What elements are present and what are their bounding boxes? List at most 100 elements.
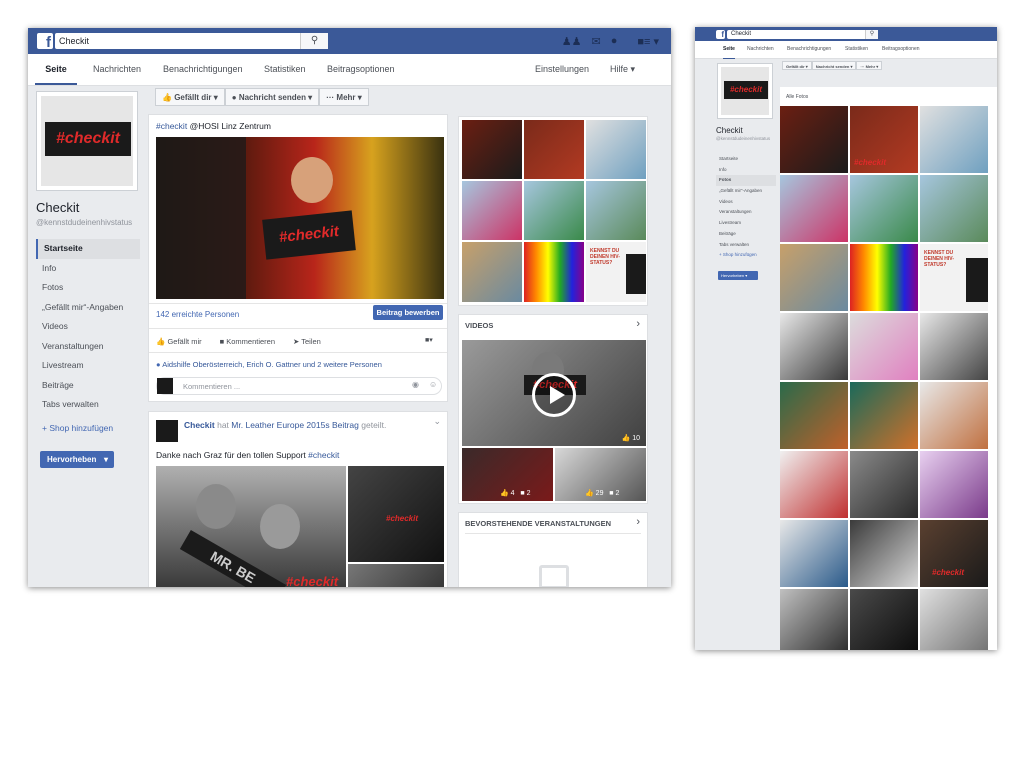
photo-thumbnail[interactable] [462,242,522,302]
photo-thumbnail[interactable] [524,120,584,179]
tab-benachrichtigungen[interactable]: Benachrichtigungen [787,41,831,58]
photo-thumbnail[interactable]: KENNST DU DEINEN HIV-STATUS? [920,244,988,311]
photo-thumbnail[interactable] [850,382,918,449]
post-photo[interactable]: MR. BE #checkit [156,466,346,587]
facebook-logo-icon[interactable]: f [37,33,53,51]
photo-thumbnail[interactable] [462,120,522,179]
post-photo[interactable] [348,564,444,587]
likers-text[interactable]: ● Aidshilfe Oberösterreich, Erich O. Gat… [156,360,382,369]
hashtag-link[interactable]: #checkit [156,121,187,131]
tab-statistiken[interactable]: Statistiken [845,41,868,58]
friends-icon[interactable]: ♟♟ [562,35,582,48]
photo-thumbnail[interactable]: KENNST DU DEINEN HIV-STATUS? [586,242,646,302]
photo-thumbnail[interactable] [780,451,848,518]
promote-button[interactable]: Hervorheben ▾ [40,451,114,468]
sidebar-item-info[interactable]: Info [716,165,776,176]
photo-thumbnail[interactable] [920,382,988,449]
tab-nachrichten[interactable]: Nachrichten [93,54,141,85]
photo-thumbnail[interactable] [586,120,646,179]
search-icon[interactable]: ⚲ [865,30,878,39]
tab-benachrichtigungen[interactable]: Benachrichtigungen [163,54,243,85]
tab-einstellungen[interactable]: Einstellungen [535,54,589,85]
tab-beitragsoptionen[interactable]: Beitragsoptionen [882,41,920,58]
sidebar-item-tabs-verwalten[interactable]: Tabs verwalten [36,395,140,415]
reach-count[interactable]: 142 erreichte Personen [156,310,239,319]
like-page-button[interactable]: Gefällt dir ▾ [782,61,812,70]
video-thumbnail[interactable]: #checkit 👍 10 [462,340,646,446]
tab-statistiken[interactable]: Statistiken [264,54,306,85]
tab-hilfe[interactable]: Hilfe ▾ [610,54,635,85]
tab-seite[interactable]: Seite [35,54,77,85]
photo-thumbnail[interactable] [586,181,646,240]
photo-thumbnail[interactable] [920,451,988,518]
photo-thumbnail[interactable] [850,244,918,311]
author-link[interactable]: Checkit [184,420,215,430]
photo-thumbnail[interactable] [920,175,988,242]
messages-icon[interactable]: ✉ [591,35,600,48]
comment-button[interactable]: ■ Kommentieren [220,337,275,346]
photo-thumbnail[interactable] [850,589,918,650]
photo-thumbnail[interactable]: #checkit [850,106,918,173]
camera-icon[interactable]: ◉ [412,380,419,389]
promote-button[interactable]: Hervorheben ▾ [718,271,758,280]
sidebar-item-startseite[interactable]: Startseite [36,239,140,259]
share-button[interactable]: ➤ Teilen [293,337,321,346]
sidebar-item-videos[interactable]: Videos [36,317,140,337]
notifications-icon[interactable]: ● [611,35,618,47]
photo-thumbnail[interactable] [850,520,918,587]
more-button[interactable]: ··· Mehr ▾ [856,61,883,70]
photo-thumbnail[interactable] [850,313,918,380]
facebook-logo-icon[interactable]: f [716,30,725,39]
sidebar-item-livestream[interactable]: Livestream [36,356,140,376]
photo-thumbnail[interactable] [920,589,988,650]
photo-thumbnail[interactable] [780,520,848,587]
page-title[interactable]: Checkit [36,200,79,215]
emoji-icon[interactable]: ☺ [429,380,437,389]
chevron-down-icon[interactable]: ⌄ [433,416,441,427]
search-icon[interactable]: ⚲ [300,33,328,49]
profile-picture[interactable]: #checkit [36,91,138,191]
like-page-button[interactable]: 👍 Gefällt dir ▾ [155,88,225,106]
photo-thumbnail[interactable] [780,589,848,650]
sidebar-item-fotos[interactable]: Fotos [716,175,776,187]
shop-link[interactable]: + Shop hinzufügen [716,250,776,261]
sidebar-item-veranstaltungen[interactable]: Veranstaltungen [716,207,776,218]
sidebar-item-tabs-verwalten[interactable]: Tabs verwalten [716,240,776,251]
post-photo[interactable]: #checkit [156,137,444,299]
more-button[interactable]: ··· Mehr ▾ [319,88,369,106]
photo-thumbnail[interactable] [920,313,988,380]
sidebar-item-beitraege[interactable]: Beiträge [716,229,776,240]
page-title[interactable]: Checkit [716,126,743,135]
tab-seite[interactable]: Seite [723,41,735,59]
sidebar-item-veranstaltungen[interactable]: Veranstaltungen [36,337,140,357]
photo-thumbnail[interactable] [524,181,584,240]
video-thumbnail[interactable]: 👍 29 ■ 2 [555,448,646,501]
video-thumbnail[interactable]: 👍 4 ■ 2 [462,448,553,501]
play-icon[interactable] [532,373,576,417]
account-menu-icon[interactable]: ■≡ ▾ [637,35,659,48]
chevron-right-icon[interactable]: › [636,516,640,528]
send-message-button[interactable]: Nachricht senden ▾ [811,61,857,70]
sidebar-item-startseite[interactable]: Startseite [716,154,776,165]
sidebar-item-likes[interactable]: „Gefällt mir“-Angaben [716,186,776,197]
post-as-selector[interactable]: ■▾ [425,336,441,345]
comment-input[interactable]: Kommentieren ... [156,377,442,395]
dropdown-arrow-icon[interactable]: ▾ [104,451,108,468]
photo-thumbnail[interactable] [780,175,848,242]
photo-thumbnail[interactable] [780,106,848,173]
search-input[interactable]: Checkit [55,33,327,49]
tab-nachrichten[interactable]: Nachrichten [747,41,774,58]
photo-thumbnail[interactable] [920,106,988,173]
sidebar-item-videos[interactable]: Videos [716,197,776,208]
photo-thumbnail[interactable] [850,175,918,242]
sidebar-item-livestream[interactable]: Livestream [716,218,776,229]
photo-thumbnail[interactable] [780,313,848,380]
tab-beitragsoptionen[interactable]: Beitragsoptionen [327,54,395,85]
hashtag-link[interactable]: #checkit [308,450,339,460]
post-photo[interactable]: #checkit [348,466,444,562]
profile-picture[interactable]: #checkit [717,63,773,119]
search-input[interactable]: Checkit [727,30,877,39]
sidebar-item-beitraege[interactable]: Beiträge [36,376,140,396]
boost-post-button[interactable]: Beitrag bewerben [373,305,443,320]
shared-source-link[interactable]: Mr. Leather Europe 2015s Beitrag [231,420,359,430]
